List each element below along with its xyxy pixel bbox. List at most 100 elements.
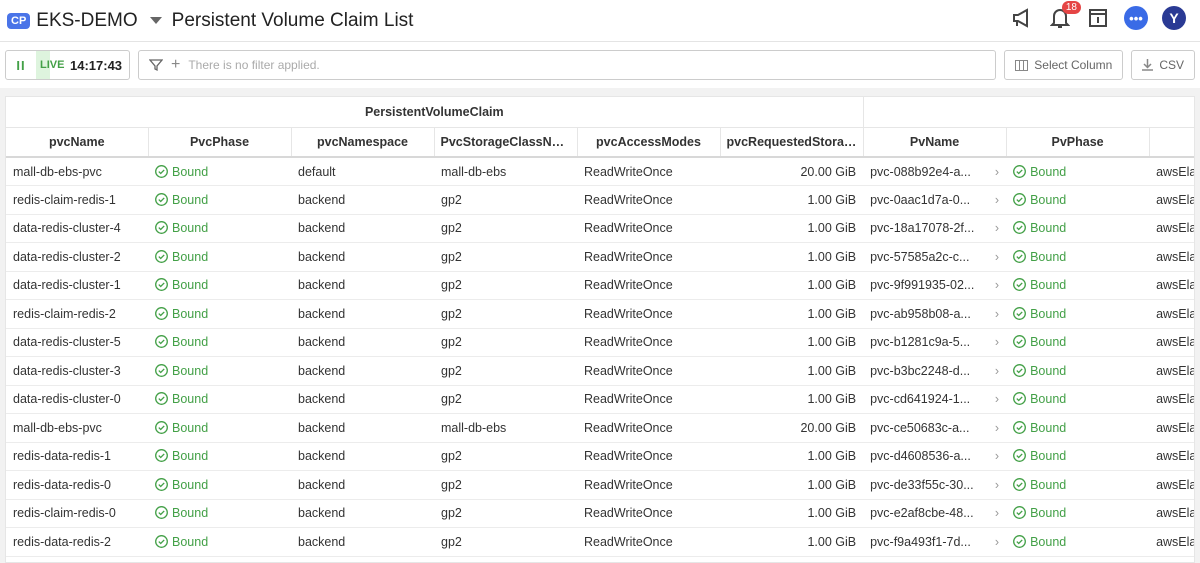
table-row[interactable]: redis-claim-redis-1 Bound backend gp2 ReadWr… [6,185,1194,215]
cell-PvPhase: Bound [1006,442,1150,471]
chevron-right-icon[interactable]: › [995,278,999,292]
cell-PvcPhase: Bound [148,527,291,557]
check-circle-icon [155,249,168,263]
cell-pvcName: redis-data-redis-0 [6,470,148,500]
phase-status: Bound [1030,306,1067,321]
pv-name: pvc-088b92e4-a... [870,164,971,179]
table-row[interactable]: mall-db-ebs-pvc Bound backend mall-db-ebs Re… [6,413,1194,443]
megaphone-icon[interactable] [1010,6,1034,30]
cell-PvName: pvc-18a17078-2f... › [863,214,1007,243]
cell-pvcRequestedStorage: 1.00 GiB [720,242,864,272]
cell-PvPhase: Bound [1006,499,1150,528]
column-header[interactable]: pvcNamespace [291,127,435,158]
project-name[interactable]: EKS-DEMO [36,10,137,32]
cell-extra: awsEla [1149,157,1194,186]
cell-PvcStorageClassName: gp2 [434,499,577,528]
info-panel-icon[interactable] [1086,6,1110,30]
pv-name: pvc-f9a493f1-7d... [870,534,971,549]
chevron-right-icon[interactable]: › [995,535,999,549]
chat-icon[interactable]: ••• [1124,6,1148,30]
column-header[interactable]: PvName [863,127,1007,158]
cell-pvcName: data-redis-cluster-2 [6,242,148,272]
check-circle-icon [155,278,168,292]
table-row[interactable]: data-redis-cluster-2 Bound backend gp2 ReadW… [6,242,1194,272]
plus-icon[interactable]: + [171,56,180,74]
table-row[interactable]: data-redis-cluster-4 Bound backend gp2 ReadW… [6,214,1194,243]
column-header[interactable]: pvcRequestedStorage [720,127,864,158]
table-row[interactable]: data-redis-cluster-1 Bound backend gp2 ReadW… [6,271,1194,300]
cell-pvcNamespace: default [291,157,434,186]
cell-pvcAccessModes: ReadWriteOnce [577,185,720,215]
check-circle-icon [155,534,168,548]
cell-PvName: pvc-9f991935-02... › [863,271,1007,300]
cell-PvcStorageClassName: gp2 [434,299,577,329]
chevron-right-icon[interactable]: › [995,449,999,463]
cell-PvName: pvc-cd641924-1... › [863,385,1007,414]
check-circle-icon [1013,477,1027,491]
phase-status: Bound [172,335,209,350]
cell-extra: awsEla [1149,385,1194,414]
phase-status: Bound [1030,192,1067,207]
table-row[interactable]: redis-data-redis-1 Bound backend gp2 ReadWri… [6,442,1194,471]
table-row[interactable]: redis-data-redis-2 Bound backend gp2 ReadWri… [6,527,1194,557]
cell-extra: awsEla [1149,442,1194,471]
check-circle-icon [155,392,168,406]
pause-icon[interactable]: II [6,58,36,73]
chevron-right-icon[interactable]: › [995,478,999,492]
cell-pvcRequestedStorage: 20.00 GiB [720,413,864,443]
column-header[interactable]: PvcStorageClassName [434,127,578,158]
avatar[interactable]: Y [1162,6,1186,30]
column-header[interactable]: PvPhase [1006,127,1150,158]
column-header[interactable]: pvcAccessModes [577,127,721,158]
filter-input[interactable]: + There is no filter applied. [138,50,997,80]
live-control[interactable]: II LIVE 14:17:43 [5,50,130,80]
bell-icon[interactable]: 18 [1048,1,1081,30]
pv-name: pvc-ab958b08-a... [870,306,971,321]
chevron-right-icon[interactable]: › [995,364,999,378]
cell-pvcAccessModes: ReadWriteOnce [577,299,720,329]
phase-status: Bound [172,164,209,179]
chevron-right-icon[interactable]: › [995,221,999,235]
chevron-right-icon[interactable]: › [995,250,999,264]
table-row[interactable]: redis-claim-redis-2 Bound backend gp2 ReadWr… [6,299,1194,329]
chevron-right-icon[interactable]: › [995,506,999,520]
cell-PvName: pvc-de33f55c-30... › [863,470,1007,500]
cell-pvcNamespace: backend [291,385,434,414]
cell-pvcName: redis-claim-redis-2 [6,299,148,329]
table-row[interactable]: data-redis-cluster-5 Bound backend gp2 ReadW… [6,328,1194,357]
cell-PvcPhase: Bound [148,242,291,272]
cell-PvPhase: Bound [1006,185,1150,215]
table-row[interactable]: mall-db-ebs-pvc Bound default mall-db-ebs Re… [6,157,1194,186]
chevron-right-icon[interactable]: › [995,165,999,179]
chevron-right-icon[interactable]: › [995,392,999,406]
cell-pvcRequestedStorage: 1.00 GiB [720,470,864,500]
table-row[interactable]: redis-data-redis-0 Bound backend gp2 ReadWri… [6,470,1194,500]
chevron-right-icon[interactable]: › [995,335,999,349]
cell-pvcName: redis-claim-redis-0 [6,499,148,528]
column-header[interactable]: PvcPhase [148,127,292,158]
column-header[interactable] [1149,127,1194,158]
select-column-button[interactable]: Select Column [1004,50,1124,80]
table-row[interactable]: data-redis-cluster-3 Bound backend gp2 ReadW… [6,356,1194,386]
phase-status: Bound [1030,249,1067,264]
chevron-right-icon[interactable]: › [995,193,999,207]
check-circle-icon [155,449,168,463]
chevron-right-icon[interactable]: › [995,307,999,321]
project-dropdown-icon[interactable] [149,17,162,24]
csv-button[interactable]: CSV [1131,50,1195,80]
phase-status: Bound [172,221,209,236]
table-row[interactable]: data-redis-cluster-0 Bound backend gp2 ReadW… [6,385,1194,414]
cell-PvName: pvc-f9a493f1-7d... › [863,527,1007,557]
table-row[interactable]: redis-claim-redis-0 Bound backend gp2 ReadWr… [6,499,1194,528]
cell-pvcAccessModes: ReadWriteOnce [577,356,720,386]
cell-PvPhase: Bound [1006,385,1150,414]
cell-PvcStorageClassName: mall-db-ebs [434,157,577,186]
phase-status: Bound [1030,449,1067,464]
cell-pvcAccessModes: ReadWriteOnce [577,527,720,557]
cell-pvcName: data-redis-cluster-1 [6,271,148,300]
cell-pvcNamespace: backend [291,442,434,471]
column-header[interactable]: pvcName [6,127,149,158]
cell-pvcRequestedStorage: 1.00 GiB [720,499,864,528]
cell-pvcRequestedStorage: 1.00 GiB [720,442,864,471]
chevron-right-icon[interactable]: › [995,421,999,435]
